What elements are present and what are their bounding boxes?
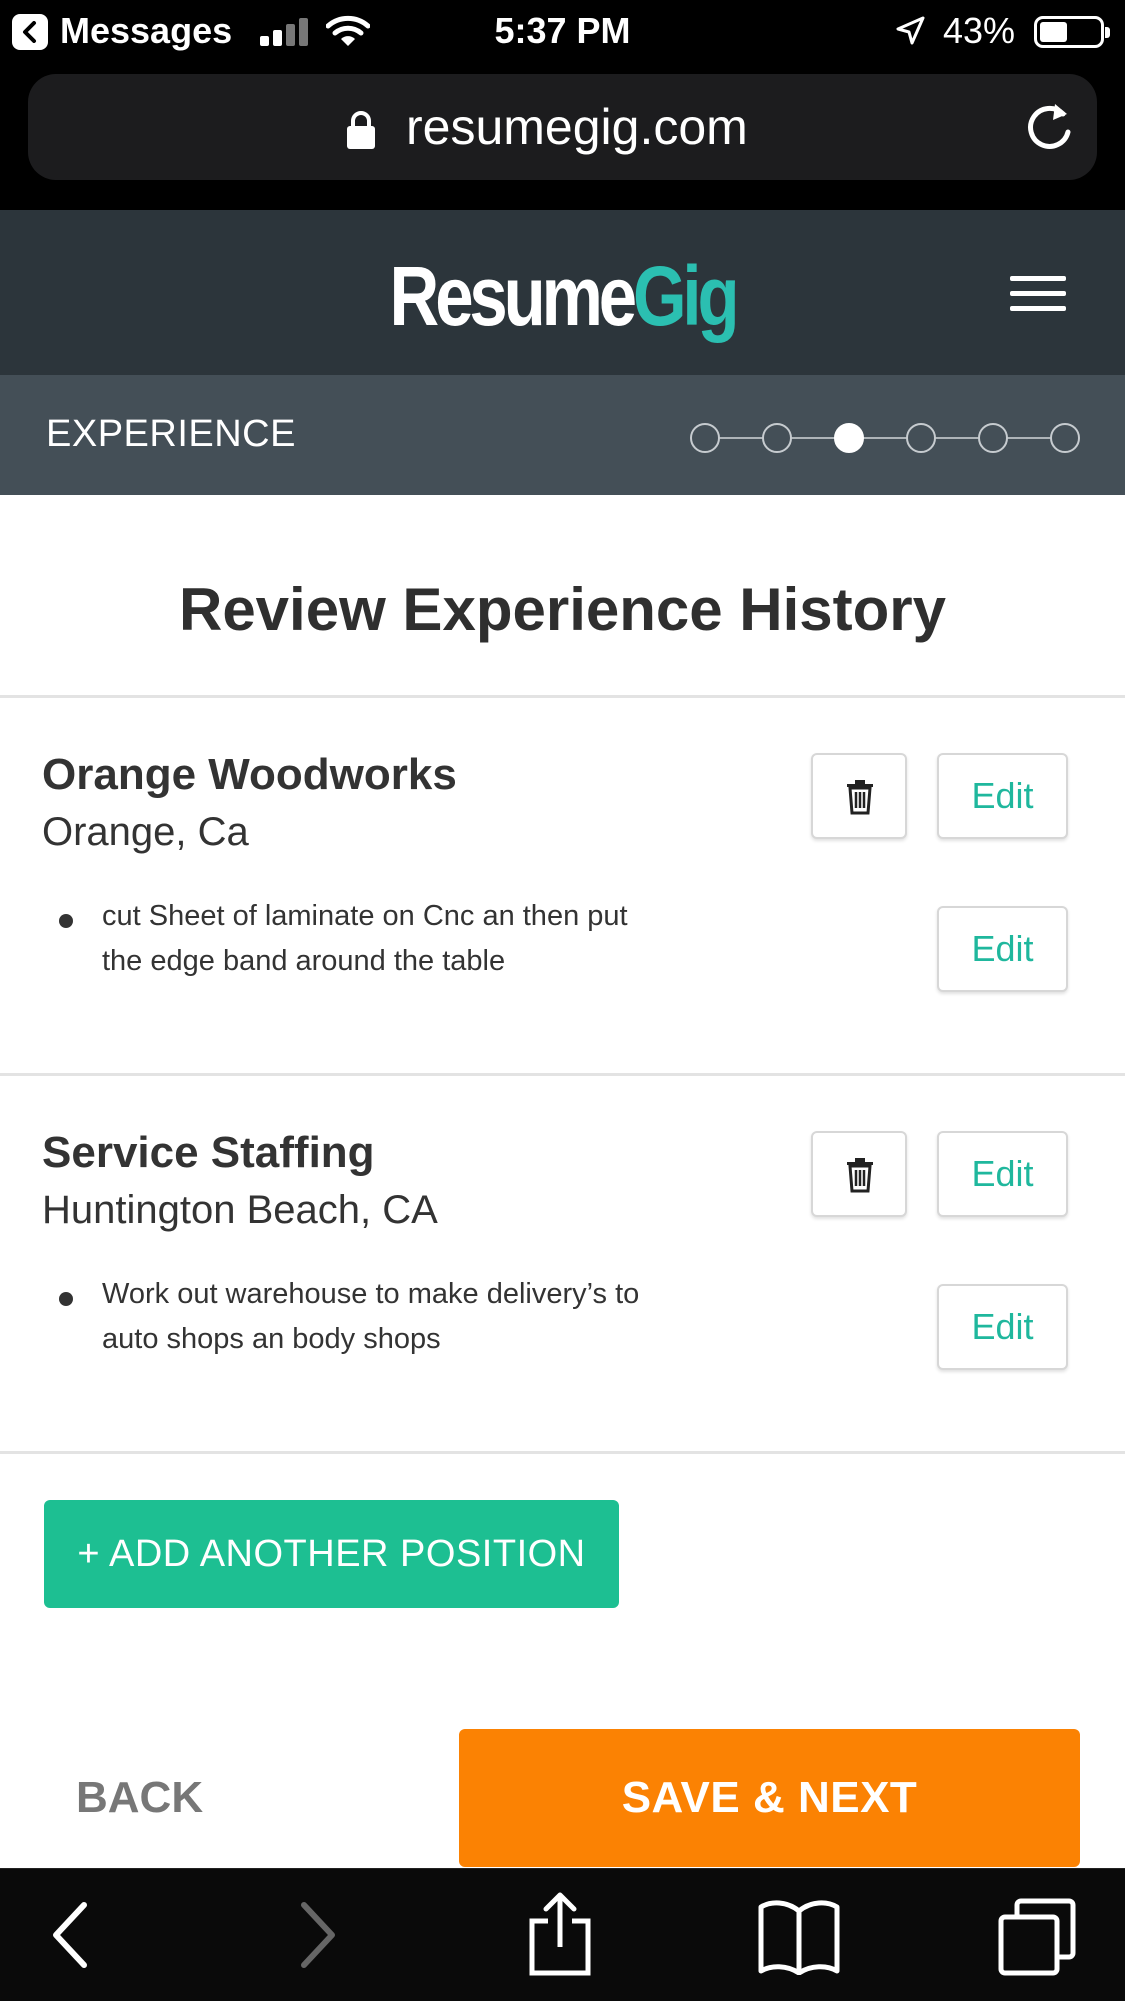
divider (0, 1451, 1125, 1454)
step-dot (690, 423, 720, 453)
forward-icon[interactable] (296, 1897, 340, 1973)
step-dot (1050, 423, 1080, 453)
back-icon[interactable] (48, 1897, 92, 1973)
edit-description-button[interactable]: Edit (937, 1284, 1068, 1370)
step-connector-line (704, 437, 1064, 439)
trash-icon (847, 1158, 873, 1193)
delete-position-button[interactable] (811, 753, 907, 839)
job-description: Work out warehouse to make delivery’s to… (102, 1278, 640, 1355)
url-field[interactable]: resumegig.com (28, 74, 1097, 180)
step-dot-active (834, 423, 864, 453)
edit-position-button[interactable]: Edit (937, 753, 1068, 839)
edit-description-button[interactable]: Edit (937, 906, 1068, 992)
battery-icon (1034, 16, 1110, 48)
share-icon[interactable] (526, 1891, 594, 1977)
location-arrow-icon (896, 16, 925, 45)
resumegig-logo[interactable]: ResumeGig (101, 248, 1024, 345)
step-dot (978, 423, 1008, 453)
job-description: cut Sheet of laminate on Cnc an then put… (102, 900, 628, 977)
main-content: Review Experience History Orange Woodwor… (0, 495, 1125, 1868)
logo-text-gig: Gig (632, 249, 740, 343)
page-title: Review Experience History (178, 576, 947, 643)
step-indicator (690, 375, 1090, 495)
add-another-position-button[interactable]: + ADD ANOTHER POSITION (44, 1500, 619, 1608)
browser-address-bar: resumegig.com (0, 64, 1125, 210)
browser-toolbar (0, 1868, 1125, 2001)
step-dot (762, 423, 792, 453)
delete-position-button[interactable] (811, 1131, 907, 1217)
experience-item: Orange Woodworks Orange, Ca Edit cut She… (0, 698, 1125, 1073)
site-header: ResumeGig (0, 210, 1125, 375)
trash-icon (847, 780, 873, 815)
job-location: Orange, Ca (42, 810, 249, 854)
reload-icon[interactable] (1023, 100, 1075, 154)
url-text: resumegig.com (406, 99, 748, 155)
hamburger-icon[interactable] (1010, 276, 1066, 312)
bullet-point (59, 1292, 73, 1306)
step-label: EXPERIENCE (46, 413, 296, 455)
edit-position-button[interactable]: Edit (937, 1131, 1068, 1217)
save-next-button[interactable]: SAVE & NEXT (459, 1729, 1080, 1867)
job-location: Huntington Beach, CA (42, 1188, 438, 1232)
bookmarks-icon[interactable] (757, 1899, 841, 1975)
company-name: Orange Woodworks (42, 750, 457, 799)
back-button[interactable]: BACK (76, 1773, 203, 1823)
lock-icon (347, 111, 375, 149)
tabs-icon[interactable] (997, 1897, 1077, 1977)
status-bar: Messages 5:37 PM 43% (0, 0, 1125, 64)
step-dot (906, 423, 936, 453)
logo-text-resume: Resume (389, 249, 637, 343)
company-name: Service Staffing (42, 1128, 375, 1177)
bullet-point (59, 914, 73, 928)
battery-percentage: 43% (943, 10, 1016, 51)
step-progress-bar: EXPERIENCE (0, 375, 1125, 495)
experience-item: Service Staffing Huntington Beach, CA Ed… (0, 1076, 1125, 1451)
